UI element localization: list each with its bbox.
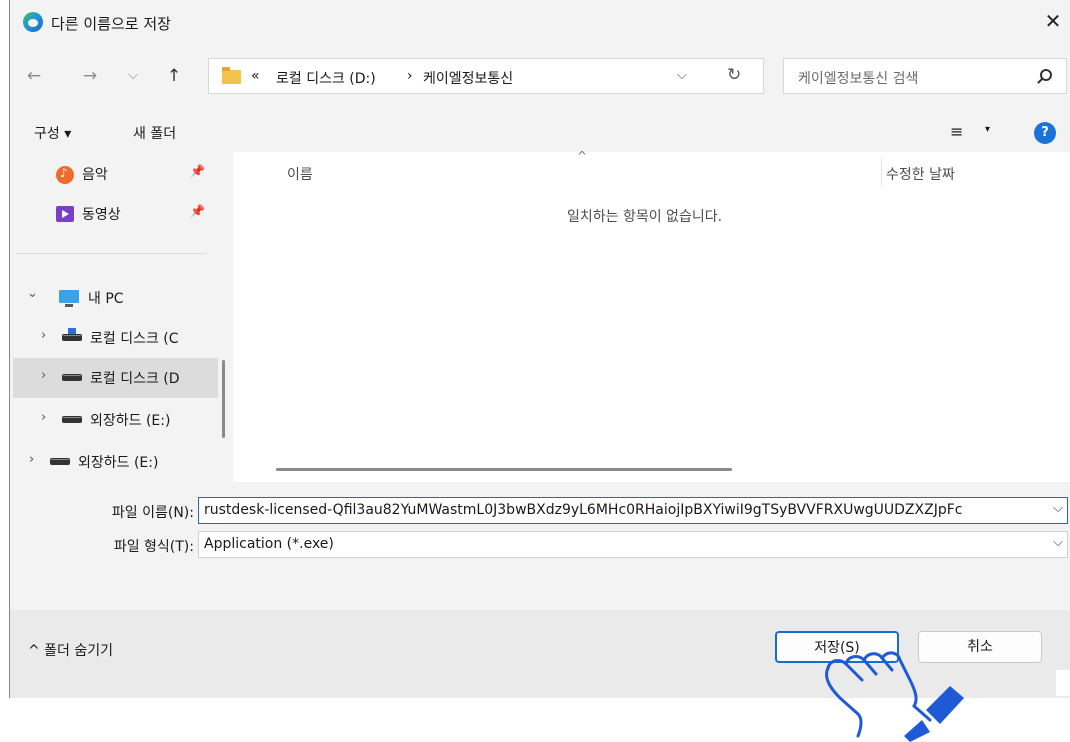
expand-icon[interactable]: › [41, 410, 46, 425]
refresh-icon[interactable]: ↻ [727, 65, 741, 85]
sidebar-item-label: 로컬 디스크 (D [90, 371, 180, 387]
sidebar-item-label: 외장하드 (E:) [78, 455, 159, 471]
filetype-select[interactable]: Application (*.exe) ⌵ [198, 531, 1068, 558]
file-list[interactable]: 이름 ^ 수정한 날짜 일치하는 항목이 없습니다. [233, 149, 1070, 482]
file-list-horizontal-scrollbar[interactable] [276, 468, 732, 471]
breadcrumb-overflow[interactable]: « [251, 68, 260, 84]
up-button[interactable]: ↑ [162, 64, 186, 88]
save-as-dialog: 다른 이름으로 저장 ✕ ← → ⌵ ↑ « 로컬 디스크 (D:) › 케이엘… [9, 0, 1070, 698]
sidebar-item-external-e[interactable]: › 외장하드 (E:) [10, 400, 222, 440]
sidebar-item-label: 음악 [82, 167, 108, 183]
breadcrumb-separator: › [407, 68, 413, 84]
chevron-down-icon[interactable]: ⌵ [1053, 535, 1063, 550]
column-separator[interactable] [881, 158, 882, 186]
sidebar-item-this-pc[interactable]: ⌄ 내 PC [10, 278, 222, 318]
navigation-pane: 음악 📌 동영상 📌 ⌄ 내 PC › 로컬 디스크 (C › 로컬 디스크 (… [10, 152, 223, 482]
collapse-icon[interactable]: ⌄ [27, 286, 38, 301]
new-folder-button[interactable]: 새 폴더 [133, 123, 176, 143]
filename-label: 파일 이름(N): [111, 505, 194, 521]
drive-icon [62, 374, 82, 381]
breadcrumb-local-disk-d[interactable]: 로컬 디스크 (D:) [276, 68, 376, 88]
sidebar-item-label: 동영상 [82, 207, 121, 223]
edge-browser-icon [23, 12, 43, 32]
pointing-hand-cursor-icon [825, 651, 964, 742]
sidebar-item-local-disk-d[interactable]: › 로컬 디스크 (D [13, 358, 218, 398]
view-options-icon[interactable]: ≡ [950, 122, 963, 141]
column-header-date-modified[interactable]: 수정한 날짜 [886, 164, 955, 184]
drive-icon [50, 458, 70, 465]
address-dropdown-icon[interactable]: ⌵ [677, 68, 687, 83]
music-icon [56, 166, 74, 184]
sidebar-item-local-disk-c[interactable]: › 로컬 디스크 (C [10, 318, 222, 358]
sidebar-item-videos[interactable]: 동영상 📌 [10, 194, 222, 234]
pin-icon: 📌 [190, 204, 205, 218]
view-caret-icon[interactable]: ▾ [985, 124, 990, 135]
drive-icon [62, 334, 82, 341]
sidebar-item-external-e-2[interactable]: › 외장하드 (E:) [10, 442, 222, 482]
search-icon [1040, 69, 1052, 81]
video-icon [56, 206, 74, 222]
hide-folders-button[interactable]: ^ 폴더 숨기기 [28, 640, 113, 660]
recent-locations-button[interactable]: ⌵ [121, 64, 145, 88]
drive-icon [62, 416, 82, 423]
filename-input[interactable]: rustdesk-licensed-Qfil3au82YuMWastmL0J3b… [198, 497, 1068, 524]
close-button[interactable]: ✕ [1038, 8, 1068, 36]
windows-logo-icon [68, 328, 76, 334]
pin-icon: 📌 [190, 164, 205, 178]
forward-button[interactable]: → [78, 64, 102, 88]
help-icon[interactable]: ? [1034, 122, 1056, 144]
address-bar[interactable]: « 로컬 디스크 (D:) › 케이엘정보통신 ⌵ ↻ [208, 58, 764, 94]
command-bar: 구성 ▾ 새 폴더 ≡ ▾ ? [10, 110, 1070, 152]
empty-message: 일치하는 항목이 없습니다. [567, 209, 723, 225]
sidebar-item-label: 외장하드 (E:) [90, 413, 171, 429]
back-button[interactable]: ← [22, 64, 46, 88]
search-box[interactable]: 케이엘정보통신 검색 [783, 58, 1067, 94]
pc-icon [59, 290, 79, 307]
filename-value: rustdesk-licensed-Qfil3au82YuMWastmL0J3b… [204, 502, 963, 518]
expand-icon[interactable]: › [29, 452, 34, 467]
window-title: 다른 이름으로 저장 [51, 15, 171, 33]
folder-icon [222, 67, 241, 84]
sidebar-scrollbar[interactable] [222, 360, 225, 438]
sidebar-item-label: 로컬 디스크 (C [90, 331, 179, 347]
expand-icon[interactable]: › [41, 328, 46, 343]
sidebar-item-music[interactable]: 음악 📌 [10, 154, 222, 194]
filetype-value: Application (*.exe) [204, 536, 334, 552]
breadcrumb-current-folder[interactable]: 케이엘정보통신 [423, 68, 513, 88]
chevron-down-icon[interactable]: ⌵ [1053, 501, 1063, 516]
search-placeholder: 케이엘정보통신 검색 [798, 71, 919, 87]
filetype-label: 파일 형식(T): [113, 539, 194, 555]
expand-icon[interactable]: › [41, 368, 46, 383]
organize-button[interactable]: 구성 ▾ [34, 123, 71, 143]
sidebar-item-label: 내 PC [88, 291, 124, 307]
sidebar-divider [16, 253, 206, 254]
resize-grip[interactable] [1056, 670, 1070, 696]
sort-ascending-icon: ^ [577, 149, 588, 163]
column-header-name[interactable]: 이름 [287, 164, 313, 184]
title-bar: 다른 이름으로 저장 ✕ [10, 0, 1070, 44]
